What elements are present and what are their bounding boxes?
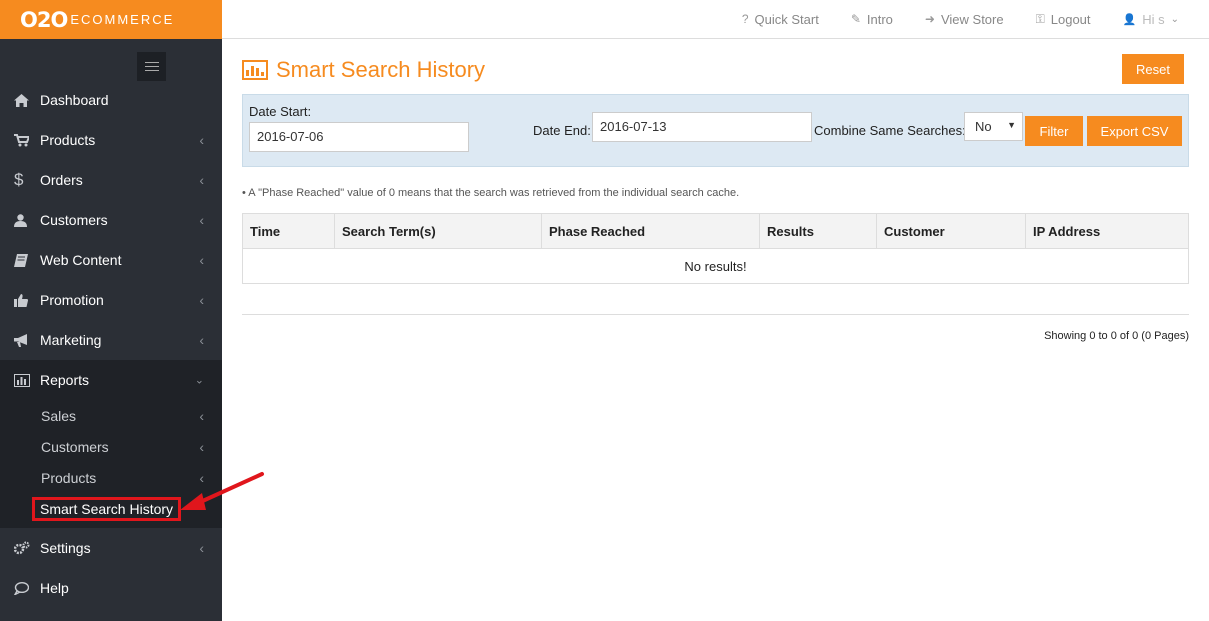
- annotation-arrow-icon: [180, 472, 264, 510]
- chevron-left-icon: ‹: [199, 407, 204, 424]
- main-content: Smart Search History Reset Date Start: 2…: [242, 39, 1189, 342]
- sidebar-nav: Dashboard Products ‹ $ Orders ‹ Customer…: [0, 80, 222, 608]
- reset-button[interactable]: Reset: [1122, 54, 1184, 84]
- sidebar-item-label: Promotion: [40, 292, 104, 308]
- logo-text: ECOMMERCE: [70, 12, 175, 27]
- column-header[interactable]: Search Term(s): [334, 213, 542, 249]
- page-title-text: Smart Search History: [276, 57, 486, 82]
- menu-toggle-button[interactable]: [137, 52, 166, 81]
- intro-link[interactable]: ✎ Intro: [851, 12, 893, 27]
- chevron-left-icon: ‹: [199, 292, 204, 308]
- bar-chart-icon: [242, 60, 268, 80]
- sidebar-item-products[interactable]: Products ‹: [0, 120, 222, 160]
- chevron-left-icon: ‹: [199, 540, 204, 556]
- submenu-item-label: Customers: [41, 438, 109, 455]
- thumbs-up-icon: [14, 293, 40, 307]
- sidebar-item-help[interactable]: Help: [0, 568, 222, 608]
- chevron-left-icon: ‹: [199, 212, 204, 228]
- chevron-down-icon: ⌄: [1170, 13, 1179, 25]
- sidebar-item-promotion[interactable]: Promotion ‹: [0, 280, 222, 320]
- sidebar-item-label: Settings: [40, 540, 91, 556]
- quick-start-label: Quick Start: [754, 11, 819, 27]
- question-icon: ?: [741, 12, 749, 26]
- key-icon: ⚿: [1035, 11, 1045, 26]
- submenu-item-label: Sales: [41, 407, 77, 424]
- sidebar-item-label: Marketing: [40, 332, 102, 348]
- sidebar-item-marketing[interactable]: Marketing ‹: [0, 320, 222, 360]
- user-menu[interactable]: 👤 Hi s ⌄: [1123, 12, 1179, 27]
- sign-in-icon: ➜: [924, 12, 935, 26]
- sidebar-item-reports[interactable]: Reports ⌄: [0, 360, 222, 400]
- chevron-left-icon: ‹: [199, 132, 204, 148]
- magic-wand-icon: ✎: [850, 12, 861, 26]
- book-icon: [14, 253, 40, 267]
- sidebar-item-label: Products: [40, 132, 96, 148]
- export-csv-button[interactable]: Export CSV: [1087, 116, 1182, 146]
- sidebar-item-label: Customers: [40, 212, 108, 228]
- chat-icon: [14, 581, 40, 595]
- table-header-row: Time Search Term(s) Phase Reached Result…: [242, 213, 1189, 249]
- sidebar-item-label: Orders: [40, 172, 83, 188]
- submenu-item-sales[interactable]: Sales ‹: [0, 400, 222, 431]
- submenu-item-label: Smart Search History: [32, 496, 182, 521]
- column-header[interactable]: Time: [242, 213, 335, 249]
- sidebar-item-label: Reports: [40, 372, 90, 388]
- logout-link[interactable]: ⚿ Logout: [1036, 12, 1091, 27]
- sidebar-item-label: Web Content: [40, 252, 122, 268]
- date-start-input[interactable]: 2016-07-06: [249, 122, 469, 152]
- date-end-label: Date End:: [533, 123, 591, 138]
- sidebar-item-web-content[interactable]: Web Content ‹: [0, 240, 222, 280]
- quick-start-link[interactable]: ? Quick Start: [742, 12, 819, 27]
- sidebar-item-settings[interactable]: Settings ‹: [0, 528, 222, 568]
- combine-searches-value: No: [975, 119, 992, 134]
- chevron-down-icon: ⌄: [194, 374, 204, 387]
- sidebar-item-customers[interactable]: Customers ‹: [0, 200, 222, 240]
- sidebar: O2O ECOMMERCE Dashboard Products ‹ $ Ord…: [0, 0, 222, 621]
- empty-results-message: No results!: [242, 248, 1189, 284]
- table-row: No results!: [242, 248, 1189, 284]
- gears-icon: [14, 541, 40, 555]
- combine-searches-label: Combine Same Searches:: [814, 123, 966, 138]
- submenu-item-label: Products: [41, 469, 97, 486]
- filter-panel: Date Start: 2016-07-06 Date End: 2016-07…: [242, 94, 1189, 167]
- date-start-label: Date Start:: [249, 104, 312, 119]
- pagination-summary: Showing 0 to 0 of 0 (0 Pages): [1044, 330, 1189, 342]
- bullhorn-icon: [14, 333, 40, 347]
- divider: [242, 314, 1189, 315]
- logout-label: Logout: [1050, 11, 1091, 27]
- page-title: Smart Search History: [242, 57, 1189, 83]
- top-bar: ? Quick Start ✎ Intro ➜ View Store ⚿ Log…: [222, 0, 1209, 39]
- view-store-label: View Store: [940, 11, 1004, 27]
- sidebar-item-label: Dashboard: [40, 92, 109, 108]
- column-header[interactable]: Customer: [876, 213, 1026, 249]
- dollar-icon: $: [14, 170, 24, 189]
- column-header[interactable]: Phase Reached: [541, 213, 760, 249]
- chevron-left-icon: ‹: [199, 438, 204, 455]
- filter-button[interactable]: Filter: [1025, 116, 1083, 146]
- sidebar-item-dashboard[interactable]: Dashboard: [0, 80, 222, 120]
- view-store-link[interactable]: ➜ View Store: [925, 12, 1004, 27]
- sidebar-item-label: Help: [40, 580, 69, 596]
- user-icon: 👤: [1122, 13, 1137, 26]
- user-greeting: Hi s: [1142, 11, 1165, 27]
- results-table: Time Search Term(s) Phase Reached Result…: [242, 213, 1189, 284]
- cart-icon: [14, 133, 40, 147]
- column-header[interactable]: Results: [759, 213, 877, 249]
- logo[interactable]: O2O ECOMMERCE: [0, 0, 222, 39]
- phase-note: • A "Phase Reached" value of 0 means tha…: [242, 187, 740, 199]
- chevron-left-icon: ‹: [199, 172, 204, 188]
- combine-searches-select[interactable]: No ▼: [964, 112, 1023, 141]
- bar-chart-icon: [14, 373, 40, 387]
- column-header[interactable]: IP Address: [1025, 213, 1189, 249]
- chevron-left-icon: ‹: [199, 252, 204, 268]
- intro-label: Intro: [866, 11, 893, 27]
- home-icon: [14, 93, 40, 107]
- sidebar-item-orders[interactable]: $ Orders ‹: [0, 160, 222, 200]
- caret-down-icon: ▼: [1007, 120, 1016, 130]
- chevron-left-icon: ‹: [199, 332, 204, 348]
- logo-mark: O2O: [20, 7, 68, 32]
- user-icon: [14, 213, 40, 227]
- date-end-input[interactable]: 2016-07-13: [592, 112, 812, 142]
- submenu-item-customers[interactable]: Customers ‹: [0, 431, 222, 462]
